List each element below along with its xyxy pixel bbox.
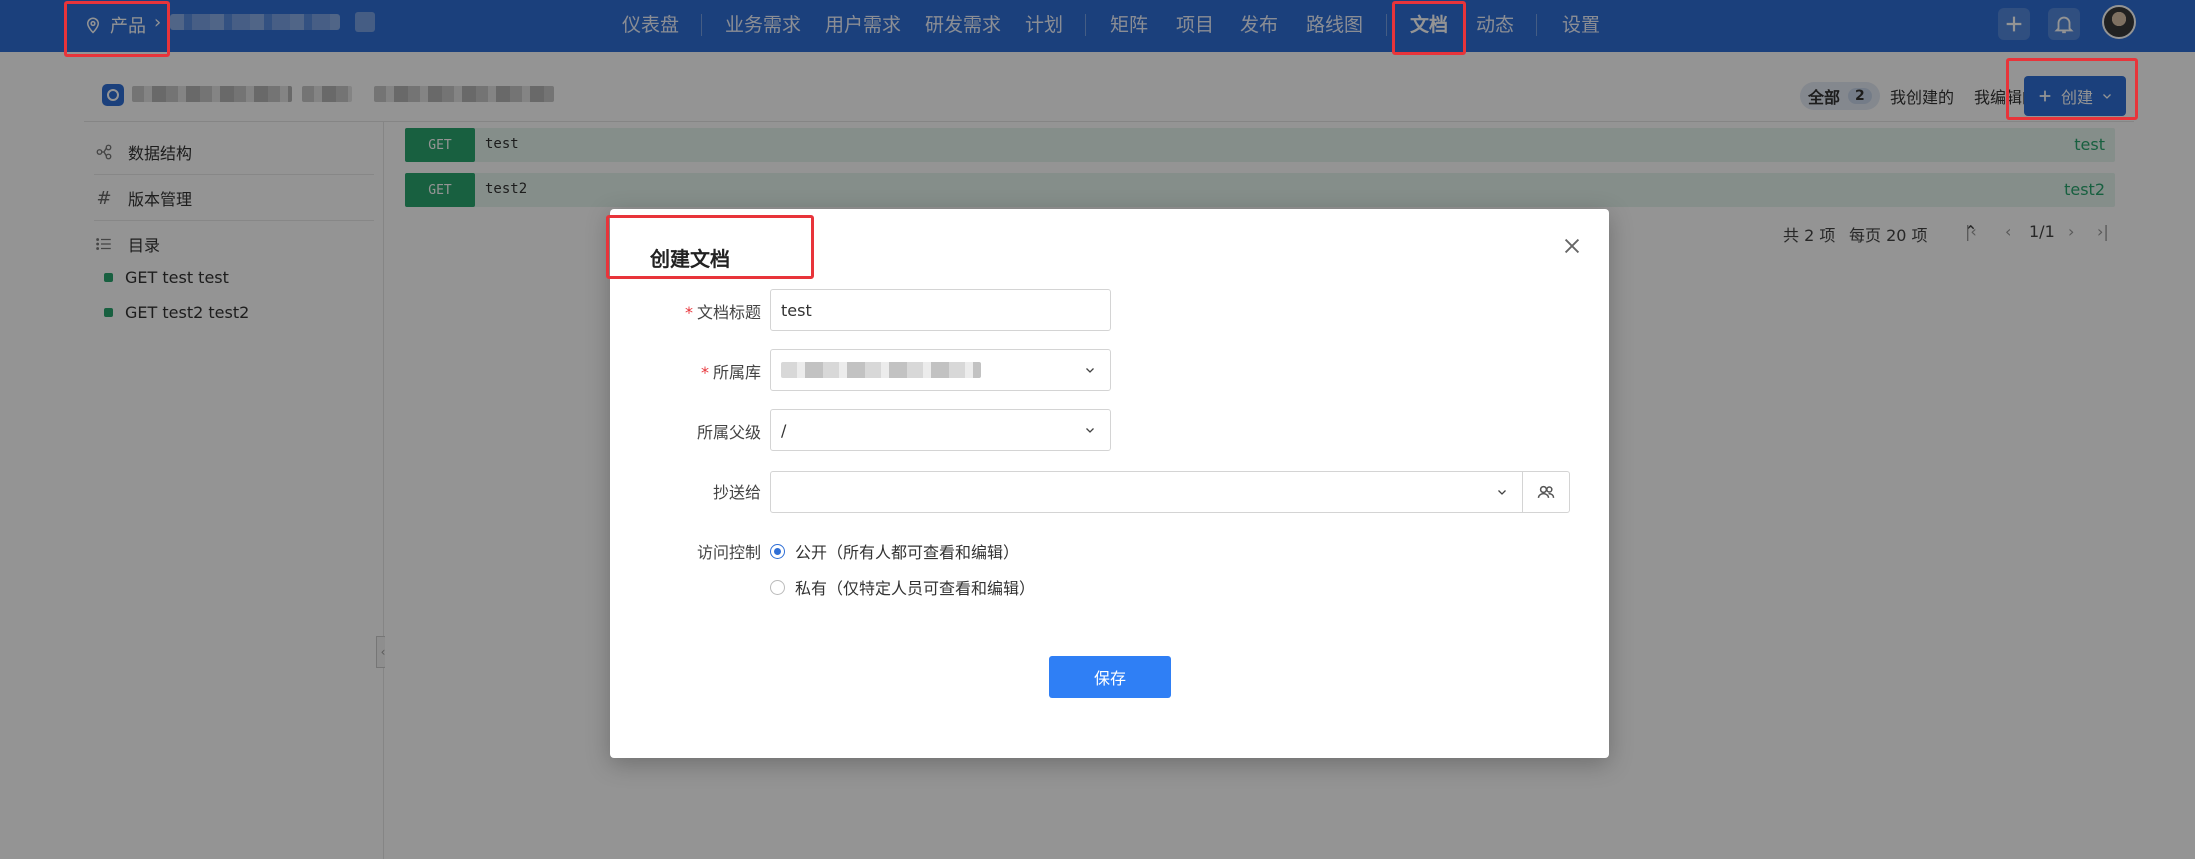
parent-value: / [781, 420, 787, 440]
required-mark: * [684, 303, 693, 322]
doc-title-input[interactable]: test [770, 289, 1111, 331]
create-doc-dialog: 创建文档 * 文档标题 test * 所属库 所属父级 / 抄送给 访问控制 公开（… [610, 209, 1609, 758]
select-members-button[interactable] [1522, 471, 1570, 513]
access-public-label: 公开（所有人都可查看和编辑） [795, 543, 1020, 562]
repo-value-redacted [781, 362, 981, 378]
doc-title-value: test [781, 300, 812, 320]
chevron-down-icon [1498, 490, 1506, 495]
doc-title-label-text: 文档标题 [696, 303, 761, 322]
required-mark: * [700, 363, 709, 382]
parent-select[interactable]: / [770, 409, 1111, 451]
repo-label: * 所属库 [701, 359, 761, 383]
parent-label: 所属父级 [696, 423, 761, 442]
chevron-down-icon [1086, 428, 1094, 433]
repo-label-text: 所属库 [712, 363, 761, 382]
doc-title-label: * 文档标题 [685, 299, 761, 323]
access-private-label: 私有（仅特定人员可查看和编辑） [795, 579, 1036, 598]
dialog-title: 创建文档 [650, 247, 730, 271]
cc-label: 抄送给 [712, 483, 761, 502]
radio-unchecked[interactable] [770, 579, 785, 595]
save-button[interactable]: 保存 [1049, 656, 1171, 698]
access-private-option[interactable]: 私有（仅特定人员可查看和编辑） [770, 575, 1035, 599]
cc-select[interactable] [770, 471, 1523, 513]
access-label: 访问控制 [696, 543, 761, 562]
access-public-option[interactable]: 公开（所有人都可查看和编辑） [770, 539, 1019, 563]
chevron-down-icon [1086, 368, 1094, 373]
radio-checked[interactable] [770, 543, 785, 559]
close-icon[interactable] [1561, 235, 1583, 257]
users-icon [1537, 485, 1555, 498]
repo-select[interactable] [770, 349, 1111, 391]
